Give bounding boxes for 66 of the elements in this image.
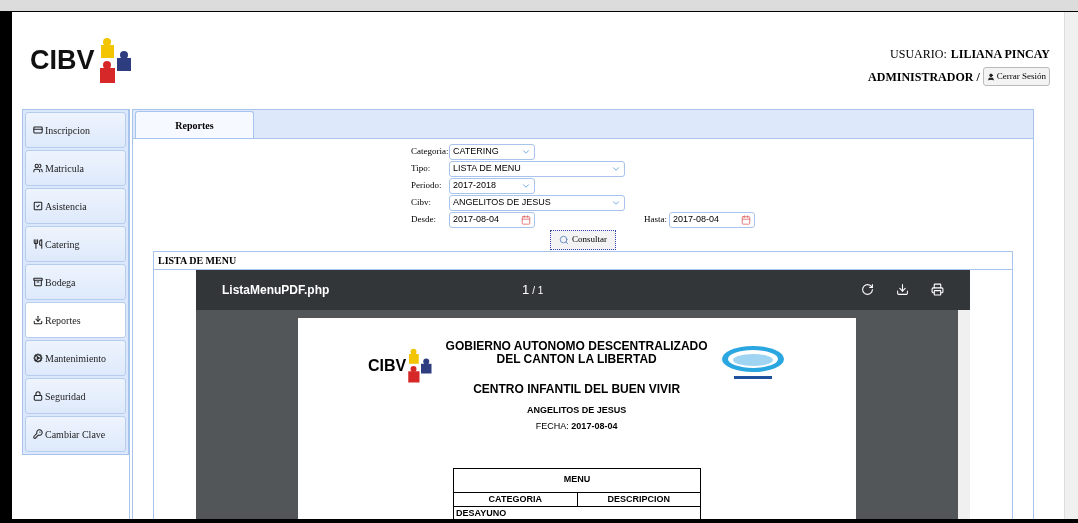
archive-icon <box>33 277 43 287</box>
select-field[interactable]: 2017-2018 <box>449 178 535 194</box>
checkbox-icon <box>33 201 43 211</box>
sidebar-item[interactable]: Mantenimiento <box>25 340 126 376</box>
field-label: Periodo: <box>411 179 443 193</box>
sidebar-item[interactable]: Cambiar Clave <box>25 416 126 452</box>
gear-icon <box>33 353 43 363</box>
user-label: USUARIO: <box>890 45 947 63</box>
page-total: / 1 <box>532 283 544 298</box>
select-field[interactable]: LISTA DE MENU <box>449 161 625 177</box>
chevron-down-icon <box>521 147 531 157</box>
role-label: ADMINISTRADOR / <box>868 68 980 86</box>
sidebar-item[interactable]: Matricula <box>25 150 126 186</box>
logo-text: CIBV <box>30 44 95 78</box>
table-cell-text: DESAYUNO <box>455 507 508 519</box>
document-subtitle: CENTRO INFANTIL DEL BUEN VIVIR <box>473 380 681 398</box>
panel-title: LISTA DE MENU <box>154 251 1012 270</box>
date-field[interactable]: 2017-08-04 <box>669 212 755 228</box>
calendar-icon <box>521 215 531 225</box>
chevron-down-icon <box>611 164 621 174</box>
sidebar-item[interactable]: Reportes <box>25 302 126 338</box>
column-header: DESCRIPCION <box>606 492 671 506</box>
search-icon <box>559 234 569 245</box>
pdf-scrollbar[interactable] <box>958 309 970 519</box>
sidebar-item[interactable]: Asistencia <box>25 188 126 224</box>
print-icon[interactable] <box>931 283 944 296</box>
puzzle-logo-icon <box>406 347 434 384</box>
users-icon <box>33 163 43 173</box>
select-field[interactable]: CATERING <box>449 144 535 160</box>
select-field[interactable]: ANGELITOS DE JESUS <box>449 195 625 211</box>
sidebar-item[interactable]: Bodega <box>25 264 126 300</box>
calendar-icon <box>741 215 751 225</box>
document-title: GOBIERNO AUTONOMO DESCENTRALIZADO <box>445 339 708 353</box>
sidebar-item[interactable]: Catering <box>25 226 126 262</box>
consultar-button[interactable]: Consultar <box>550 230 616 250</box>
chevron-down-icon <box>521 181 531 191</box>
field-label: Categoria: <box>411 145 449 159</box>
center-name: ANGELITOS DE JESUS <box>526 403 627 417</box>
download-icon[interactable] <box>896 283 909 296</box>
date-field[interactable]: 2017-08-04 <box>449 212 535 228</box>
logo-text: CIBV <box>368 355 407 376</box>
municipal-logo-icon <box>720 343 786 382</box>
document-date: FECHA: 2017-08-04 <box>535 420 618 433</box>
pdf-filename: ListaMenuPDF.php <box>222 281 331 299</box>
tab[interactable]: Reportes <box>135 111 254 138</box>
rotate-icon[interactable] <box>861 283 874 296</box>
utensils-icon <box>33 239 43 249</box>
page-scrollbar[interactable] <box>1064 12 1078 519</box>
logout-button[interactable]: Cerrar Sesión <box>982 66 1050 87</box>
sidebar-item[interactable]: Inscripcion <box>25 112 126 148</box>
page-number: 1 <box>522 280 530 299</box>
lock-icon <box>33 391 43 401</box>
field-label: Desde: <box>411 213 437 227</box>
user-icon <box>986 72 995 81</box>
sidebar-item[interactable]: Seguridad <box>25 378 126 414</box>
chevron-down-icon <box>611 198 621 208</box>
id-card-icon <box>33 125 43 135</box>
user-name: LILIANA PINCAY <box>950 45 1050 63</box>
field-label: Hasta: <box>644 213 667 227</box>
download-icon <box>33 315 43 325</box>
field-label: Tipo: <box>411 162 432 176</box>
menu-table: MENU CATEGORIA DESCRIPCION DESAYUNO <box>453 467 701 519</box>
field-label: Cibv: <box>411 196 432 210</box>
column-header: CATEGORIA <box>454 492 578 506</box>
document-title: DEL CANTON LA LIBERTAD <box>496 352 657 366</box>
key-icon <box>33 429 43 439</box>
